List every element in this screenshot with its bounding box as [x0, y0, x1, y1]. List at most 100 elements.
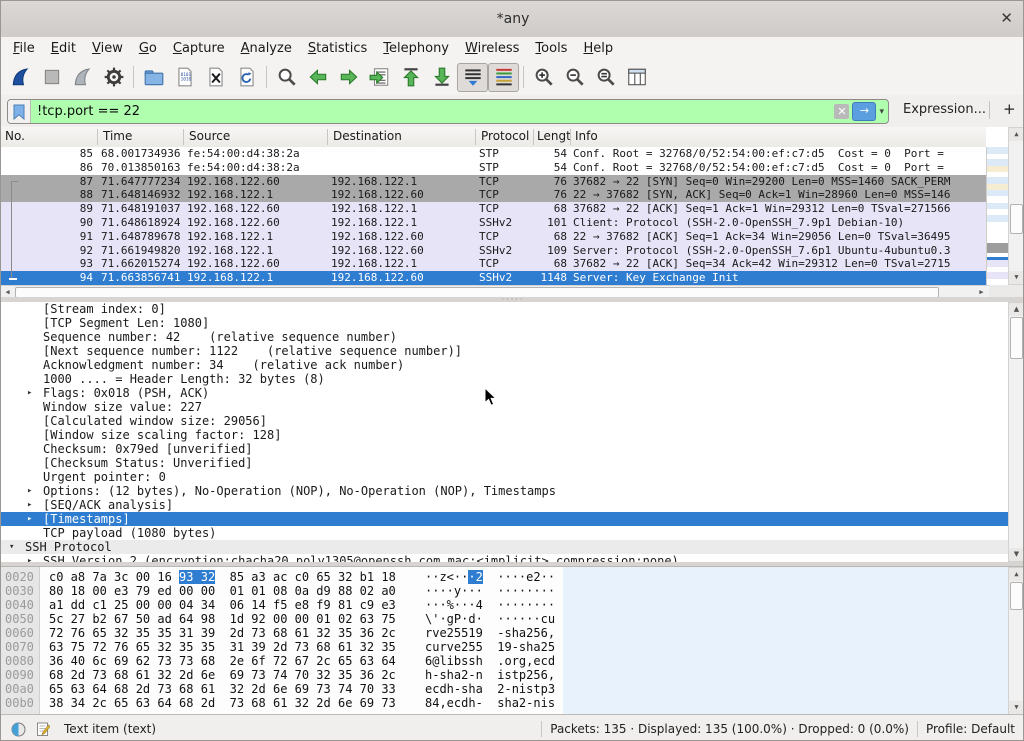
close-icon[interactable]: ✕	[1000, 9, 1013, 27]
packet-row[interactable]: 8670.013850163fe:54:00:d4:38:2aSTP54Conf…	[1, 161, 986, 175]
hex-row[interactable]: 008036 40 6c 69 62 73 73 68 2e 6f 72 67 …	[1, 654, 1008, 668]
start-capture-button[interactable]	[5, 63, 36, 92]
go-last-packet-button[interactable]	[426, 63, 457, 92]
scrollbar-thumb[interactable]	[1010, 204, 1023, 234]
collapsed-arrow-icon[interactable]: ▸	[27, 498, 32, 512]
detail-line[interactable]: ▸[SEQ/ACK analysis]	[1, 498, 1008, 512]
column-header-source[interactable]: Source	[189, 129, 230, 143]
column-divider[interactable]	[570, 129, 571, 145]
auto-scroll-button[interactable]	[457, 63, 488, 92]
column-divider[interactable]	[327, 129, 328, 145]
collapsed-arrow-icon[interactable]: ▸	[27, 386, 32, 400]
menu-item-telephony[interactable]: Telephony	[375, 39, 457, 58]
scrollbar-thumb[interactable]	[1010, 317, 1023, 359]
packet-row[interactable]: 9171.648789678192.168.122.1192.168.122.6…	[1, 230, 986, 244]
packet-row[interactable]: 8771.647777234192.168.122.60192.168.122.…	[1, 175, 986, 189]
capture-options-button[interactable]	[98, 63, 129, 92]
resize-columns-button[interactable]	[621, 63, 652, 92]
scroll-down-icon[interactable]: ▼	[1009, 271, 1024, 284]
column-divider[interactable]	[97, 129, 98, 145]
filter-dropdown-caret-icon[interactable]: ▾	[879, 107, 884, 117]
expanded-arrow-icon[interactable]: ▾	[9, 540, 14, 554]
reload-capture-file-button[interactable]	[231, 63, 262, 92]
detail-line[interactable]: [Calculated window size: 29056]	[1, 414, 1008, 428]
scroll-left-icon[interactable]: ◀	[1, 287, 14, 297]
detail-line[interactable]: TCP payload (1080 bytes)	[1, 526, 1008, 540]
stop-capture-button[interactable]	[36, 63, 67, 92]
packet-row[interactable]: 9371.662015274192.168.122.60192.168.122.…	[1, 257, 986, 271]
menu-item-capture[interactable]: Capture	[165, 39, 233, 58]
collapsed-arrow-icon[interactable]: ▸	[27, 512, 32, 526]
close-capture-file-button[interactable]	[200, 63, 231, 92]
go-back-button[interactable]	[302, 63, 333, 92]
hex-row[interactable]: 00a065 63 64 68 2d 73 68 61 32 2d 6e 69 …	[1, 682, 1008, 696]
menu-item-tools[interactable]: Tools	[527, 39, 575, 58]
filter-clear-icon[interactable]: ✕	[834, 104, 849, 119]
bytes-vscrollbar[interactable]: ▲ ▼	[1008, 567, 1024, 715]
add-filter-button[interactable]: +	[1003, 100, 1016, 118]
detail-line[interactable]: [Checksum Status: Unverified]	[1, 456, 1008, 470]
column-header-info[interactable]: Info	[575, 129, 598, 143]
find-packet-button[interactable]	[271, 63, 302, 92]
expression-button[interactable]: Expression...	[903, 102, 986, 117]
expert-info-button[interactable]	[11, 722, 26, 737]
detail-line[interactable]: [Next sequence number: 1122 (relative se…	[1, 344, 1008, 358]
hex-row[interactable]: 003080 18 00 e3 79 ed 00 00 01 01 08 0a …	[1, 584, 1008, 598]
detail-line[interactable]: [TCP Segment Len: 1080]	[1, 316, 1008, 330]
intelligent-scrollbar-minimap[interactable]	[986, 147, 1009, 285]
detail-line[interactable]: Sequence number: 42 (relative sequence n…	[1, 330, 1008, 344]
column-divider[interactable]	[183, 129, 184, 145]
detail-line[interactable]: [Stream index: 0]	[1, 302, 1008, 316]
packet-row[interactable]: 8568.001734936fe:54:00:d4:38:2aSTP54Conf…	[1, 147, 986, 161]
menu-item-file[interactable]: File	[5, 39, 43, 58]
detail-line[interactable]: Checksum: 0x79ed [unverified]	[1, 442, 1008, 456]
filter-bookmark-button[interactable]	[8, 100, 31, 123]
hex-row[interactable]: 00b038 34 2c 65 63 64 68 2d 73 68 61 32 …	[1, 696, 1008, 710]
column-divider[interactable]	[475, 129, 476, 145]
column-header-length[interactable]: Length	[537, 129, 570, 143]
filter-apply-icon[interactable]: →	[852, 102, 876, 121]
go-first-packet-button[interactable]	[395, 63, 426, 92]
scroll-down-icon[interactable]: ▼	[1009, 701, 1024, 714]
zoom-reset-button[interactable]	[590, 63, 621, 92]
detail-line[interactable]: ▾SSH Protocol	[1, 540, 1008, 554]
detail-line[interactable]: [Window size scaling factor: 128]	[1, 428, 1008, 442]
zoom-in-button[interactable]	[528, 63, 559, 92]
scroll-right-icon[interactable]: ▶	[975, 287, 988, 297]
details-vscrollbar[interactable]: ▲ ▼	[1008, 302, 1024, 562]
packet-row[interactable]: 9271.661949820192.168.122.1192.168.122.6…	[1, 244, 986, 258]
hex-row[interactable]: 007063 75 72 76 65 32 35 35 31 39 2d 73 …	[1, 640, 1008, 654]
scroll-up-icon[interactable]: ▲	[1009, 128, 1024, 141]
column-header-time[interactable]: Time	[103, 129, 132, 143]
hex-row[interactable]: 009068 2d 73 68 61 32 2d 6e 69 73 74 70 …	[1, 668, 1008, 682]
detail-line[interactable]: Acknowledgment number: 34 (relative ack …	[1, 358, 1008, 372]
column-header-protocol[interactable]: Protocol	[481, 129, 529, 143]
packet-row[interactable]: 8871.648146932192.168.122.1192.168.122.6…	[1, 188, 986, 202]
packet-row[interactable]: 9471.663856741192.168.122.1192.168.122.6…	[1, 271, 986, 285]
collapsed-arrow-icon[interactable]: ▸	[27, 554, 32, 562]
restart-capture-button[interactable]	[67, 63, 98, 92]
zoom-out-button[interactable]	[559, 63, 590, 92]
menu-item-view[interactable]: View	[84, 39, 131, 58]
hex-row[interactable]: 0020c0 a8 7a 3c 00 16 93 32 85 a3 ac c0 …	[1, 570, 1008, 584]
go-forward-button[interactable]	[333, 63, 364, 92]
hex-row[interactable]: 00505c 27 b2 67 50 ad 64 98 1d 92 00 00 …	[1, 612, 1008, 626]
packet-list-vscrollbar[interactable]: ▲ ▼	[1008, 127, 1024, 285]
scroll-down-icon[interactable]: ▼	[1009, 548, 1024, 561]
scrollbar-thumb[interactable]	[1010, 582, 1023, 610]
hex-row[interactable]: 0040a1 dd c1 25 00 00 04 34 06 14 f5 e8 …	[1, 598, 1008, 612]
go-to-packet-button[interactable]	[364, 63, 395, 92]
status-profile[interactable]: Profile: Default	[926, 722, 1015, 736]
scroll-up-icon[interactable]: ▲	[1009, 303, 1024, 316]
menu-item-edit[interactable]: Edit	[43, 39, 84, 58]
menu-item-go[interactable]: Go	[131, 39, 165, 58]
detail-line[interactable]: ▸Flags: 0x018 (PSH, ACK)	[1, 386, 1008, 400]
column-divider[interactable]	[533, 129, 534, 145]
display-filter-input[interactable]: !tcp.port == 22	[31, 104, 834, 119]
menu-item-wireless[interactable]: Wireless	[457, 39, 527, 58]
packet-row[interactable]: 9071.648618924192.168.122.60192.168.122.…	[1, 216, 986, 230]
save-capture-file-button[interactable]: 01011010	[169, 63, 200, 92]
scroll-up-icon[interactable]: ▲	[1009, 568, 1024, 581]
column-header-destination[interactable]: Destination	[333, 129, 402, 143]
column-header-no[interactable]: No.	[5, 129, 25, 143]
